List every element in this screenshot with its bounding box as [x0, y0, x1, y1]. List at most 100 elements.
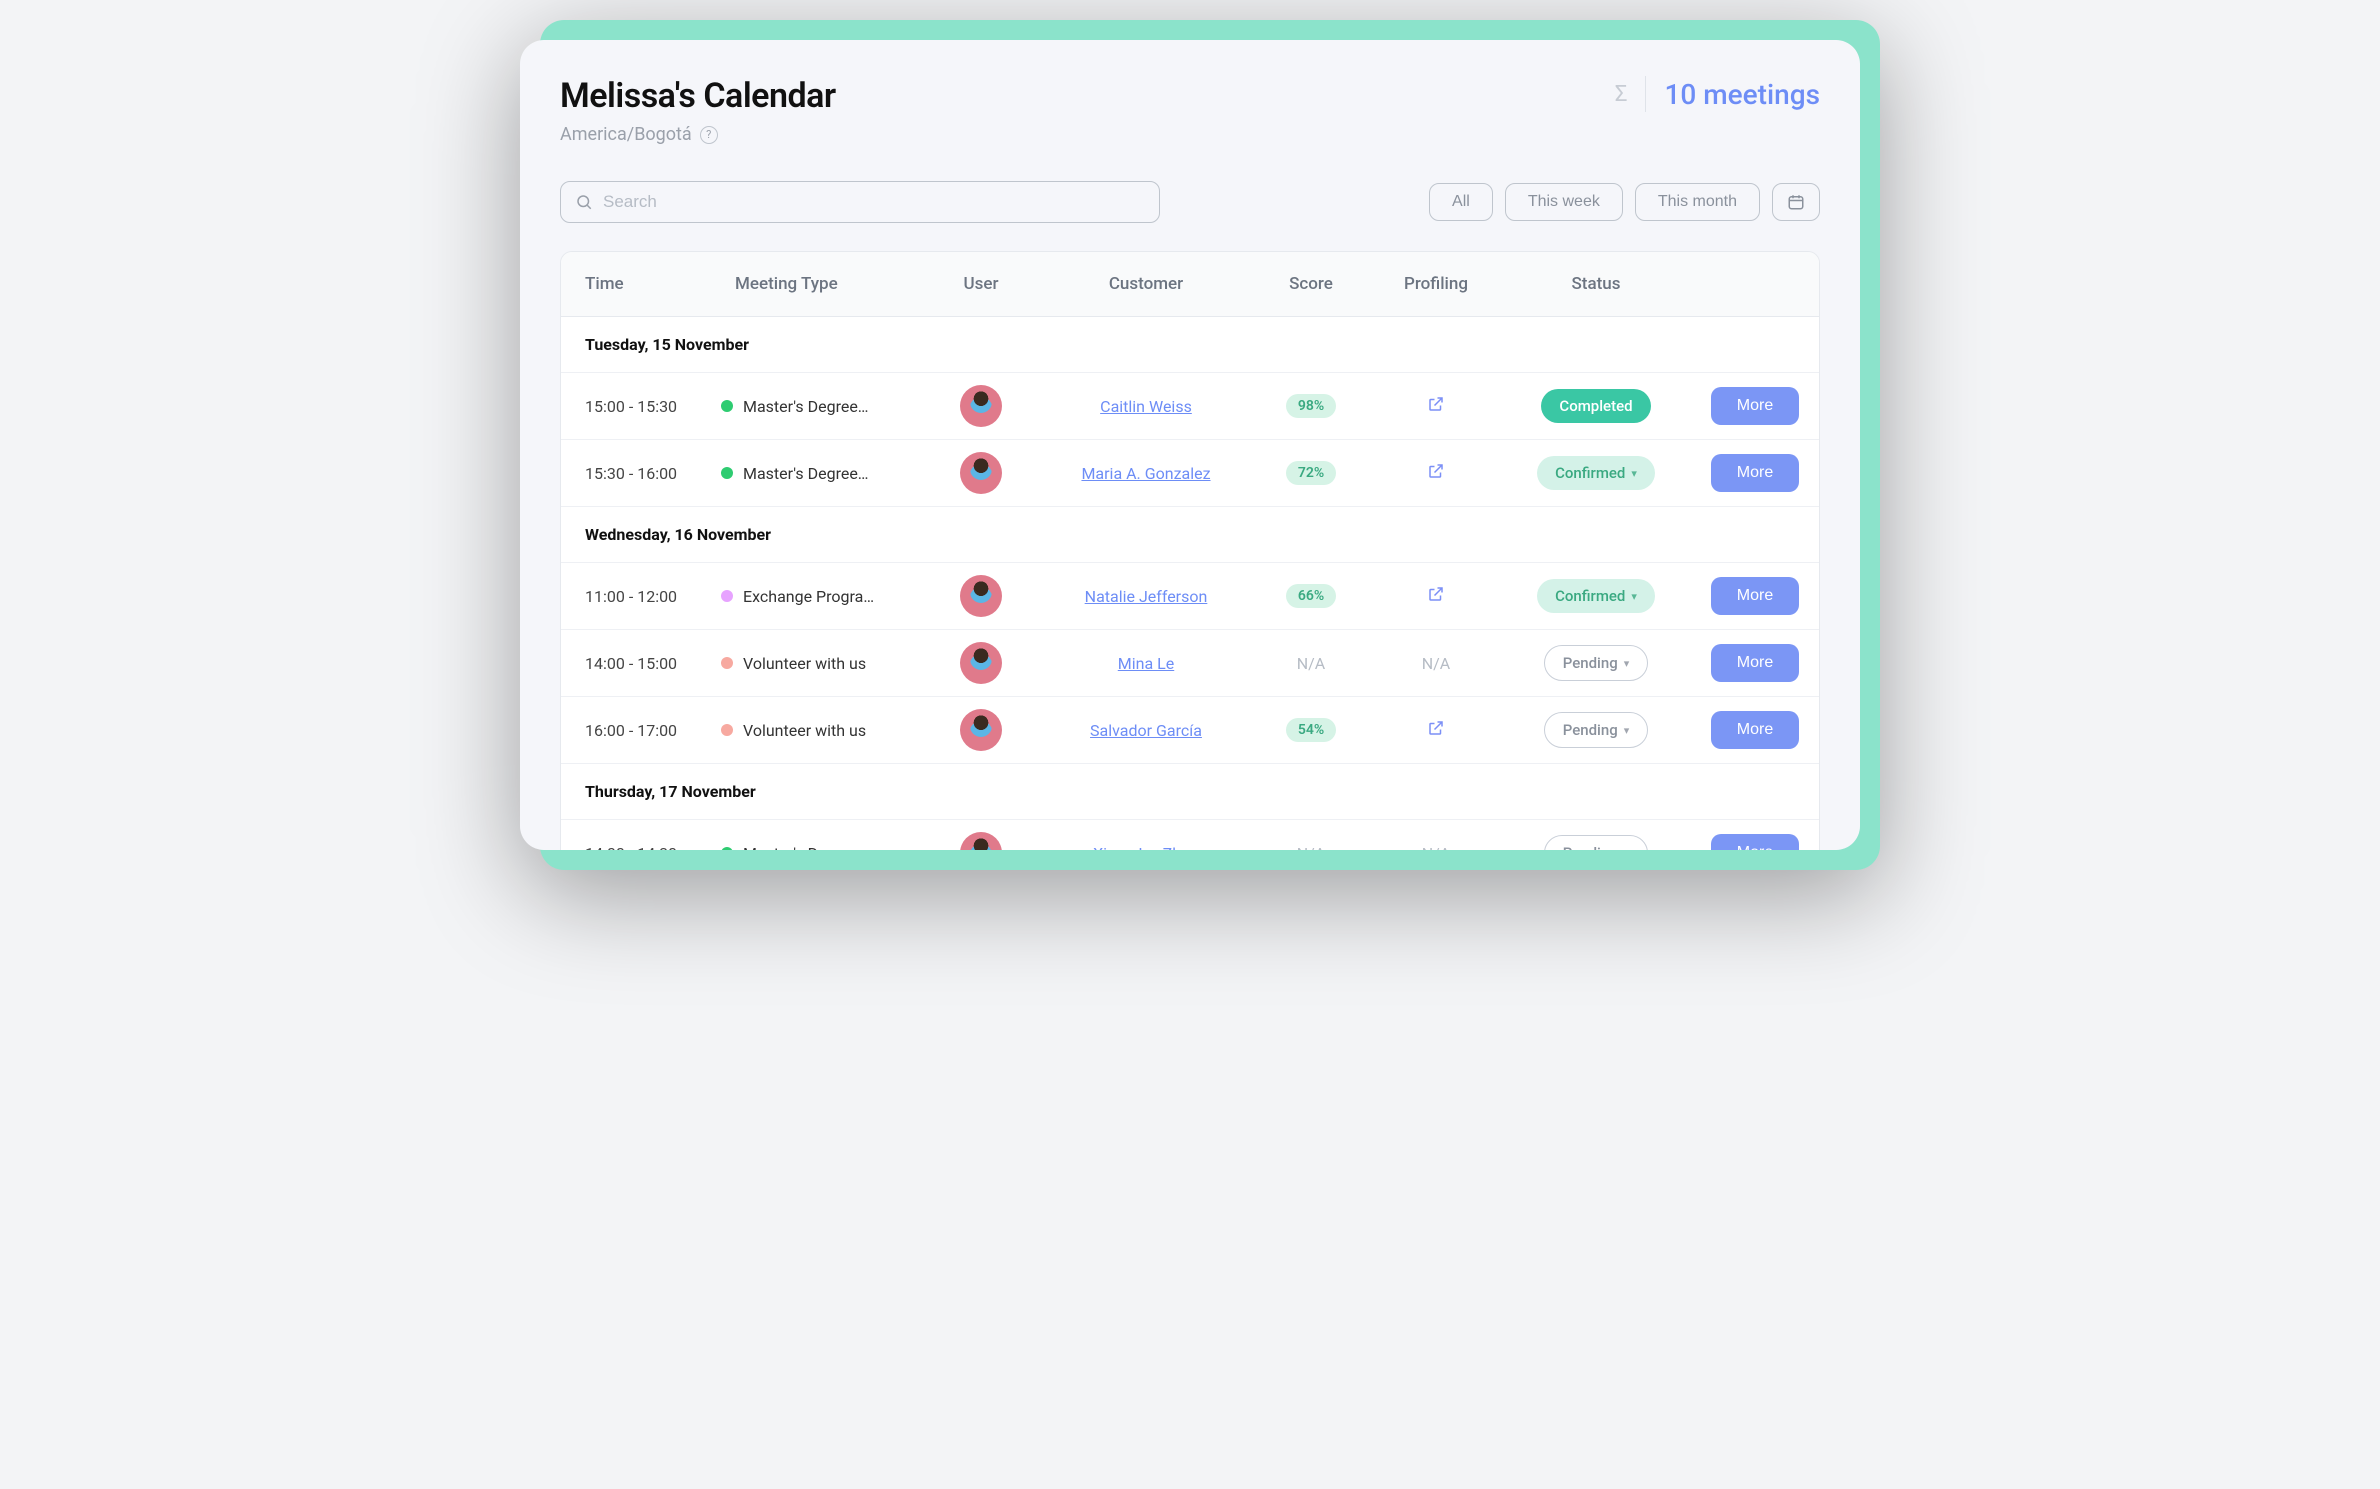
- col-customer: Customer: [1041, 252, 1251, 316]
- avatar[interactable]: [960, 709, 1002, 751]
- cell-meeting-type: Master's Degree…: [711, 832, 921, 851]
- filter-all-button[interactable]: All: [1429, 183, 1493, 221]
- status-confirmed-pill[interactable]: Confirmed ▾: [1537, 456, 1655, 490]
- cell-actions: More: [1691, 699, 1819, 761]
- score-badge: 72%: [1286, 461, 1336, 485]
- filter-week-button[interactable]: This week: [1505, 183, 1623, 221]
- customer-link[interactable]: Maria A. Gonzalez: [1081, 464, 1210, 483]
- chevron-down-icon: ▾: [1624, 724, 1630, 737]
- more-button[interactable]: More: [1711, 834, 1799, 850]
- timezone-label: America/Bogotá: [560, 124, 692, 145]
- col-status: Status: [1501, 252, 1691, 316]
- status-label: Completed: [1559, 397, 1632, 415]
- cell-profiling: [1371, 707, 1501, 753]
- external-link-icon[interactable]: [1427, 585, 1445, 607]
- col-score: Score: [1251, 252, 1371, 316]
- meeting-count: 10 meetings: [1664, 78, 1820, 111]
- status-label: Confirmed: [1555, 587, 1625, 605]
- more-button[interactable]: More: [1711, 711, 1799, 749]
- date-picker-button[interactable]: [1772, 183, 1820, 221]
- cell-status: Confirmed ▾: [1501, 567, 1691, 625]
- cell-user: [921, 440, 1041, 506]
- external-link-icon[interactable]: [1427, 395, 1445, 417]
- cell-status: Completed: [1501, 377, 1691, 435]
- status-pending-pill[interactable]: Pending ▾: [1544, 712, 1649, 748]
- more-button[interactable]: More: [1711, 577, 1799, 615]
- external-link-icon[interactable]: [1427, 462, 1445, 484]
- meeting-type-label: Volunteer with us: [743, 654, 866, 673]
- status-label: Pending: [1563, 654, 1618, 672]
- avatar[interactable]: [960, 832, 1002, 850]
- cell-status: Pending ▾: [1501, 633, 1691, 693]
- cell-time: 14:00 - 14:30: [561, 832, 711, 851]
- table-row: 14:00 - 14:30 Master's Degree… Xiran Jay Z…: [561, 820, 1819, 850]
- avatar[interactable]: [960, 575, 1002, 617]
- customer-link[interactable]: Xiran Jay Zhao: [1093, 844, 1199, 851]
- cell-user: [921, 630, 1041, 696]
- cell-score: 72%: [1251, 449, 1371, 497]
- cell-meeting-type: Master's Degree…: [711, 385, 921, 428]
- score-badge: 66%: [1286, 584, 1336, 608]
- score-na: N/A: [1297, 844, 1325, 851]
- table-header: Time Meeting Type User Customer Score Pr…: [561, 252, 1819, 317]
- cell-user: [921, 697, 1041, 763]
- group-header: Thursday, 17 November: [561, 764, 1819, 820]
- col-actions: [1691, 252, 1819, 316]
- external-link-icon[interactable]: [1427, 719, 1445, 741]
- cell-score: 54%: [1251, 706, 1371, 754]
- col-user: User: [921, 252, 1041, 316]
- meeting-type-label: Master's Degree…: [743, 844, 869, 851]
- more-button[interactable]: More: [1711, 454, 1799, 492]
- col-meeting-type: Meeting Type: [711, 252, 921, 316]
- customer-link[interactable]: Caitlin Weiss: [1100, 397, 1192, 416]
- meeting-type-dot: [721, 847, 733, 850]
- cell-score: 66%: [1251, 572, 1371, 620]
- avatar[interactable]: [960, 452, 1002, 494]
- profiling-na: N/A: [1422, 844, 1450, 851]
- more-button[interactable]: More: [1711, 644, 1799, 682]
- table-row: 11:00 - 12:00Exchange Progra…Natalie Jef…: [561, 563, 1819, 630]
- cell-user: [921, 563, 1041, 629]
- calendar-icon: [1787, 193, 1805, 211]
- cell-time: 15:00 - 15:30: [561, 385, 711, 428]
- customer-link[interactable]: Natalie Jefferson: [1085, 587, 1208, 606]
- table-row: 15:00 - 15:30Master's Degree… Caitlin Wei…: [561, 373, 1819, 440]
- col-profiling: Profiling: [1371, 252, 1501, 316]
- cell-profiling: N/A: [1371, 642, 1501, 685]
- status-pending-pill[interactable]: Pending ▾: [1544, 835, 1649, 850]
- search-box[interactable]: [560, 181, 1160, 223]
- help-icon[interactable]: ?: [700, 126, 718, 144]
- cell-time: 14:00 - 15:00: [561, 642, 711, 685]
- meeting-type-dot: [721, 724, 733, 736]
- cell-status: Confirmed ▾: [1501, 444, 1691, 502]
- cell-customer: Salvador García: [1041, 709, 1251, 752]
- cell-meeting-type: Master's Degree…: [711, 452, 921, 495]
- score-badge: 98%: [1286, 394, 1336, 418]
- status-completed-pill[interactable]: Completed: [1541, 389, 1650, 423]
- more-button[interactable]: More: [1711, 387, 1799, 425]
- table-row: 14:00 - 15:00 Volunteer with us Mina Le N/A…: [561, 630, 1819, 697]
- avatar[interactable]: [960, 385, 1002, 427]
- cell-customer: Caitlin Weiss: [1041, 385, 1251, 428]
- table-row: 16:00 - 17:00 Volunteer with us Salvador G…: [561, 697, 1819, 764]
- meetings-table: Time Meeting Type User Customer Score Pr…: [560, 251, 1820, 850]
- customer-link[interactable]: Salvador García: [1090, 721, 1202, 740]
- search-input[interactable]: [603, 192, 1145, 212]
- col-time: Time: [561, 252, 711, 316]
- cell-time: 16:00 - 17:00: [561, 709, 711, 752]
- status-label: Pending: [1563, 721, 1618, 739]
- search-icon: [575, 193, 593, 211]
- status-confirmed-pill[interactable]: Confirmed ▾: [1537, 579, 1655, 613]
- cell-actions: More: [1691, 375, 1819, 437]
- avatar[interactable]: [960, 642, 1002, 684]
- chevron-down-icon: ▾: [1624, 657, 1630, 670]
- group-header: Tuesday, 15 November: [561, 317, 1819, 373]
- cell-actions: More: [1691, 822, 1819, 850]
- status-pending-pill[interactable]: Pending ▾: [1544, 645, 1649, 681]
- cell-user: [921, 820, 1041, 850]
- cell-time: 11:00 - 12:00: [561, 575, 711, 618]
- cell-customer: Maria A. Gonzalez: [1041, 452, 1251, 495]
- filter-month-button[interactable]: This month: [1635, 183, 1760, 221]
- meeting-type-label: Volunteer with us: [743, 721, 866, 740]
- customer-link[interactable]: Mina Le: [1118, 654, 1174, 673]
